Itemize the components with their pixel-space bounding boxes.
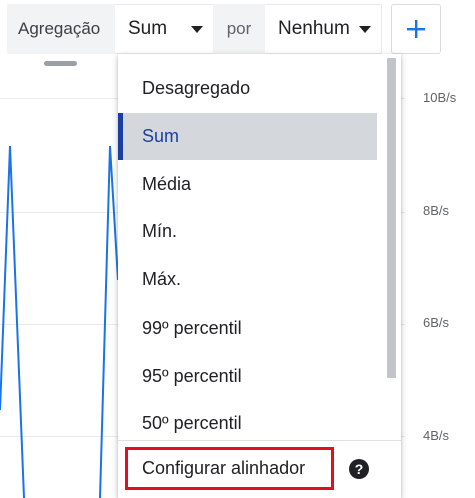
by-label: por bbox=[213, 4, 265, 54]
help-circle-icon[interactable]: ? bbox=[349, 459, 369, 479]
aggregation-toolbar: Agregação Sum por Nenhum bbox=[0, 0, 475, 62]
svg-text:?: ? bbox=[355, 461, 364, 477]
series-line bbox=[99, 145, 119, 498]
menu-divider bbox=[118, 440, 401, 441]
group-by-select-value: Nenhum bbox=[278, 18, 350, 39]
menu-scrollbar-thumb[interactable] bbox=[387, 58, 396, 378]
add-button[interactable] bbox=[391, 4, 441, 54]
menu-item-sum[interactable]: Sum bbox=[118, 113, 377, 160]
group-by-select[interactable]: Nenhum bbox=[265, 4, 382, 54]
caret-down-icon bbox=[359, 26, 371, 33]
series-line bbox=[0, 145, 25, 498]
aggregation-label: Agregação bbox=[7, 4, 115, 54]
aggregation-dropdown-menu: Desagregado Sum Média Mín. Máx. 99º perc… bbox=[118, 54, 401, 498]
caret-down-icon bbox=[191, 26, 203, 33]
aggregation-control: Agregação Sum por Nenhum bbox=[7, 4, 382, 54]
plus-icon bbox=[407, 20, 425, 38]
menu-item-media[interactable]: Média bbox=[118, 161, 377, 208]
configure-aligner-label: Configurar alinhador bbox=[142, 458, 306, 478]
menu-item-max[interactable]: Máx. bbox=[118, 256, 377, 303]
configure-aligner-button[interactable]: Configurar alinhador bbox=[125, 447, 334, 490]
menu-item-p99[interactable]: 99º percentil bbox=[118, 305, 377, 352]
menu-item-p95[interactable]: 95º percentil bbox=[118, 353, 377, 400]
menu-item-desagregado[interactable]: Desagregado bbox=[118, 65, 377, 112]
menu-item-min[interactable]: Mín. bbox=[118, 208, 377, 255]
drag-handle[interactable] bbox=[44, 61, 77, 66]
aggregation-select-value: Sum bbox=[128, 18, 168, 39]
aggregation-select[interactable]: Sum bbox=[115, 4, 213, 54]
